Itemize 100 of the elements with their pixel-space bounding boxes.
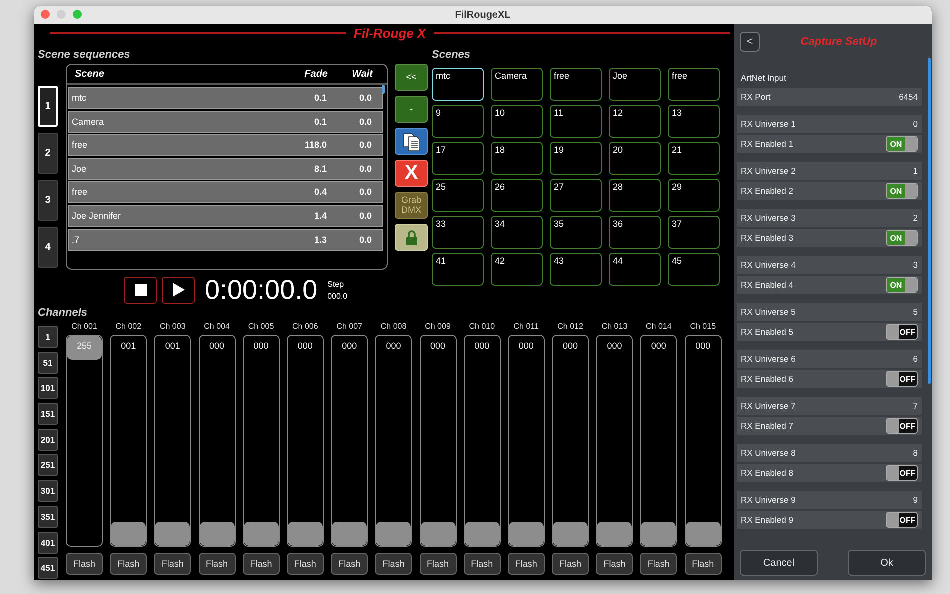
toggle-switch[interactable]: ON: [886, 230, 918, 246]
dialog-button[interactable]: Ok: [848, 550, 926, 576]
table-row[interactable]: Camera 0.1 0.0: [68, 110, 383, 133]
bank-button[interactable]: 101: [38, 377, 58, 400]
fader-handle[interactable]: [67, 336, 102, 360]
table-row[interactable]: free 118.0 0.0: [68, 134, 383, 156]
toggle-switch[interactable]: ON: [886, 136, 918, 152]
scene-button[interactable]: 26: [491, 179, 543, 212]
toggle-switch[interactable]: OFF: [886, 465, 918, 481]
toggle-switch[interactable]: OFF: [886, 418, 918, 434]
bank-button[interactable]: 351: [38, 506, 58, 528]
scene-button[interactable]: 41: [432, 253, 484, 286]
play-button[interactable]: [162, 276, 195, 304]
scene-button[interactable]: free: [668, 68, 720, 101]
zoom-icon[interactable]: [73, 10, 82, 19]
bank-button[interactable]: 51: [38, 352, 58, 374]
scene-button[interactable]: 11: [550, 105, 602, 138]
fader-handle[interactable]: [641, 522, 676, 546]
scene-button[interactable]: 9: [432, 105, 484, 138]
fader-handle[interactable]: [376, 522, 412, 546]
tool-button[interactable]: <<: [395, 64, 428, 91]
flash-button[interactable]: Flash: [375, 553, 412, 575]
copy-button[interactable]: [395, 128, 428, 155]
scene-button[interactable]: 13: [668, 105, 720, 138]
flash-button[interactable]: Flash: [198, 553, 236, 575]
scene-button[interactable]: 33: [432, 216, 484, 249]
sequence-tab[interactable]: 4: [38, 227, 58, 268]
flash-button[interactable]: Flash: [508, 553, 545, 575]
scene-button[interactable]: 45: [668, 253, 720, 286]
scene-button[interactable]: 10: [491, 105, 543, 138]
scene-button[interactable]: 25: [432, 179, 484, 212]
flash-button[interactable]: Flash: [242, 553, 280, 575]
back-button[interactable]: <: [740, 32, 760, 52]
scene-button[interactable]: 12: [609, 105, 661, 138]
fader-handle[interactable]: [288, 522, 323, 546]
scene-button[interactable]: Joe: [609, 68, 661, 101]
flash-button[interactable]: Flash: [420, 553, 456, 575]
bank-button[interactable]: 451: [38, 557, 58, 580]
scene-button[interactable]: 37: [668, 216, 720, 249]
bank-button[interactable]: 301: [38, 480, 58, 502]
flash-button[interactable]: Flash: [66, 553, 103, 575]
fader-handle[interactable]: [244, 522, 279, 546]
scene-button[interactable]: 34: [491, 216, 543, 249]
sequence-tab[interactable]: 3: [38, 180, 58, 221]
flash-button[interactable]: Flash: [596, 553, 634, 575]
scene-button[interactable]: 17: [432, 142, 484, 175]
flash-button[interactable]: Flash: [110, 553, 148, 575]
fader-handle[interactable]: [553, 522, 588, 546]
dialog-button[interactable]: Cancel: [740, 550, 818, 576]
flash-button[interactable]: Flash: [552, 553, 590, 575]
scrollbar[interactable]: [382, 85, 385, 94]
scene-button[interactable]: 36: [609, 216, 661, 249]
sequence-tab[interactable]: 2: [38, 133, 58, 174]
toggle-switch[interactable]: ON: [886, 183, 918, 199]
toggle-switch[interactable]: OFF: [886, 512, 918, 528]
scene-button[interactable]: free: [550, 68, 602, 101]
scene-button[interactable]: Camera: [491, 68, 543, 101]
fader-handle[interactable]: [420, 522, 456, 546]
fader-handle[interactable]: [155, 522, 190, 546]
bank-button[interactable]: 151: [38, 403, 58, 426]
table-row[interactable]: mtc 0.1 0.0: [68, 87, 383, 109]
lock-button[interactable]: [395, 224, 428, 251]
sequence-tab[interactable]: 1: [38, 86, 58, 127]
scene-button[interactable]: 35: [550, 216, 602, 249]
scene-button[interactable]: 27: [550, 179, 602, 212]
table-row[interactable]: free 0.4 0.0: [68, 181, 383, 204]
table-row[interactable]: .7 1.3 0.0: [68, 228, 383, 251]
scrollbar[interactable]: [928, 58, 931, 384]
fader-handle[interactable]: [686, 522, 721, 546]
bank-button[interactable]: 401: [38, 532, 58, 554]
scene-button[interactable]: 43: [550, 253, 602, 286]
scene-button[interactable]: 18: [491, 142, 543, 175]
fader-handle[interactable]: [111, 522, 146, 546]
table-row[interactable]: Joe Jennifer 1.4 0.0: [68, 204, 383, 227]
bank-button[interactable]: 1: [38, 326, 58, 348]
fader-handle[interactable]: [464, 522, 500, 546]
fader-handle[interactable]: [508, 522, 544, 546]
flash-button[interactable]: Flash: [640, 553, 678, 575]
scene-button[interactable]: 42: [491, 253, 543, 286]
scene-button[interactable]: 20: [609, 142, 661, 175]
flash-button[interactable]: Flash: [464, 553, 501, 575]
delete-button[interactable]: X: [395, 160, 428, 187]
close-icon[interactable]: [41, 10, 50, 19]
flash-button[interactable]: Flash: [684, 553, 722, 575]
fader-handle[interactable]: [200, 522, 235, 546]
scene-button[interactable]: mtc: [432, 68, 484, 101]
flash-button[interactable]: Flash: [154, 553, 192, 575]
toggle-switch[interactable]: OFF: [886, 324, 918, 340]
bank-button[interactable]: 201: [38, 428, 58, 451]
bank-button[interactable]: 251: [38, 454, 58, 476]
scene-button[interactable]: 21: [668, 142, 720, 175]
scene-button[interactable]: 29: [668, 179, 720, 212]
toggle-switch[interactable]: OFF: [886, 371, 918, 387]
table-row[interactable]: Joe 8.1 0.0: [68, 158, 383, 180]
fader-handle[interactable]: [597, 522, 632, 546]
fader-handle[interactable]: [332, 522, 368, 546]
flash-button[interactable]: Flash: [286, 553, 324, 575]
tool-button[interactable]: -: [395, 96, 428, 123]
scene-button[interactable]: 19: [550, 142, 602, 175]
flash-button[interactable]: Flash: [331, 553, 368, 575]
